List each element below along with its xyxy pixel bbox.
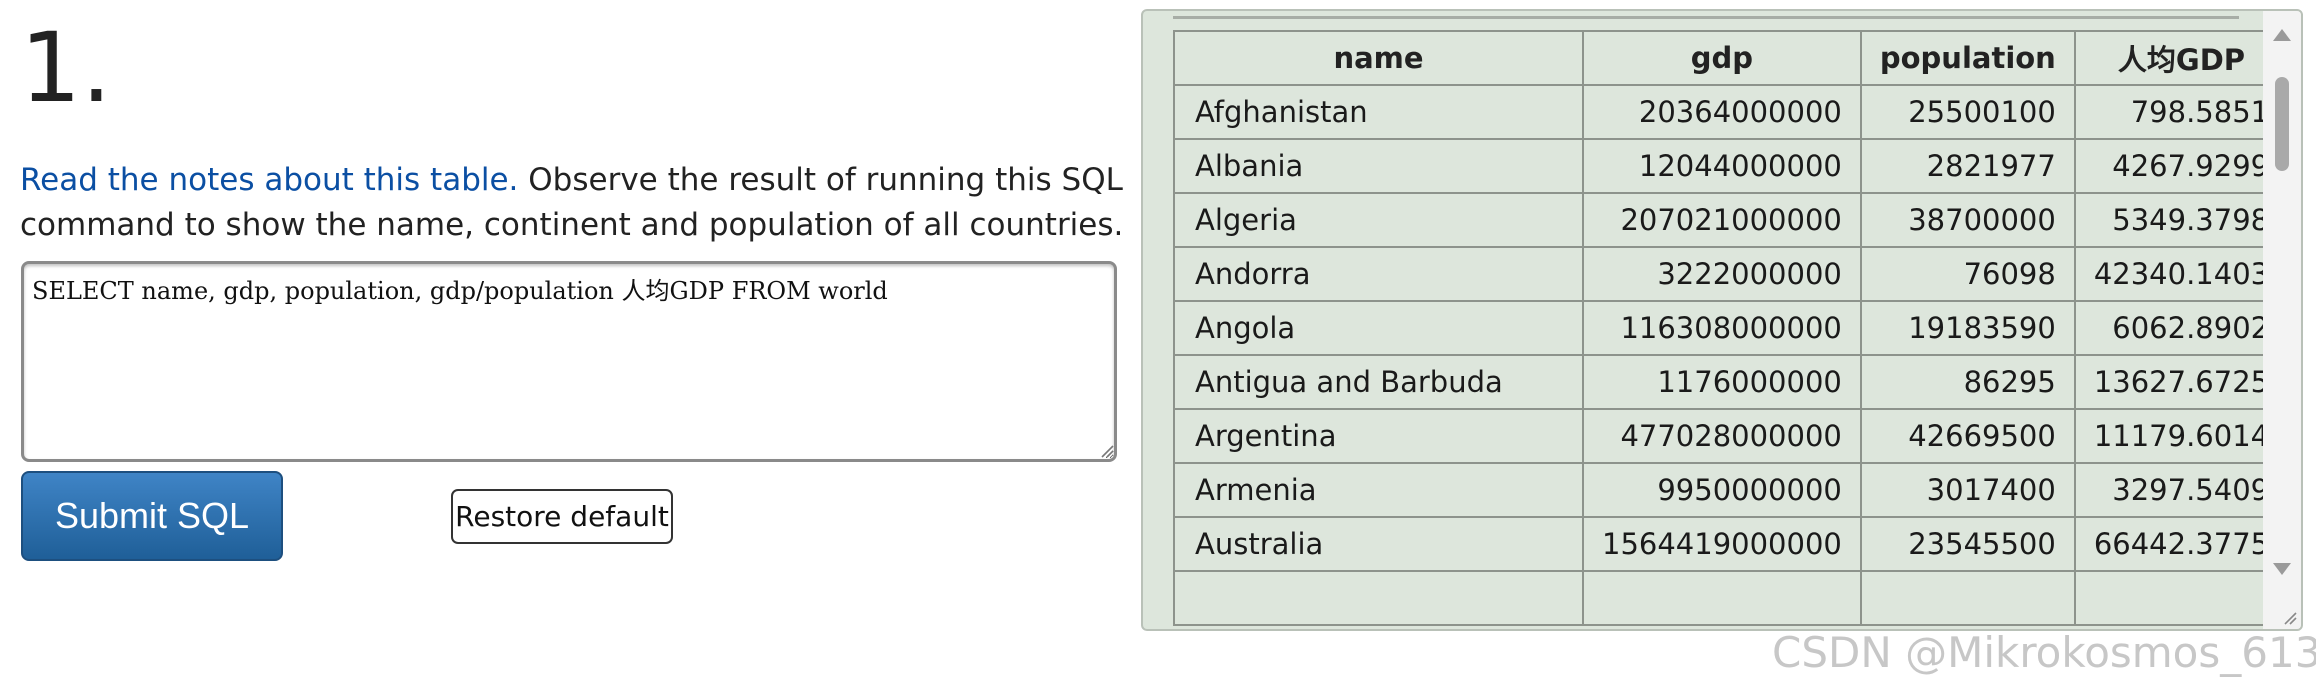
resize-handle-icon[interactable] bbox=[1098, 442, 1114, 458]
table-cell: 13627.6725 bbox=[2073, 354, 2290, 410]
restore-default-button[interactable]: Restore default bbox=[451, 489, 673, 544]
table-row: Angola 116308000000 19183590 6062.8902 bbox=[1173, 300, 2290, 356]
column-header: 人均GDP bbox=[2073, 30, 2290, 86]
table-cell: 38700000 bbox=[1859, 192, 2076, 248]
table-cell: 6062.8902 bbox=[2073, 300, 2290, 356]
table-cell: 5349.3798 bbox=[2073, 192, 2290, 248]
table-cell: Armenia bbox=[1173, 462, 1584, 518]
table-cell bbox=[1859, 570, 2076, 626]
table-row: Albania 12044000000 2821977 4267.9299 bbox=[1173, 138, 2290, 194]
table-cell: 1176000000 bbox=[1582, 354, 1862, 410]
table-row: Australia 1564419000000 23545500 66442.3775 bbox=[1173, 516, 2290, 572]
table-cell: 4267.9299 bbox=[2073, 138, 2290, 194]
sql-input[interactable] bbox=[21, 261, 1117, 462]
results-table: name gdp population 人均GDP Afghanistan 203… bbox=[1173, 30, 2290, 626]
table-notes-link[interactable]: Read the notes about this table. bbox=[20, 162, 518, 198]
table-cell: 3017400 bbox=[1859, 462, 2076, 518]
table-cell: 1564419000000 bbox=[1582, 516, 1862, 572]
question-prompt: Read the notes about this table. Observe… bbox=[20, 158, 1130, 248]
question-number: 1. bbox=[20, 12, 112, 124]
submit-sql-button[interactable]: Submit SQL bbox=[21, 471, 283, 561]
table-top-divider bbox=[1173, 16, 2239, 19]
panel-resize-handle-icon[interactable] bbox=[2281, 609, 2297, 625]
results-scrollbar[interactable] bbox=[2263, 11, 2301, 629]
table-cell: 66442.3775 bbox=[2073, 516, 2290, 572]
table-cell: 76098 bbox=[1859, 246, 2076, 302]
table-cell bbox=[1173, 570, 1584, 626]
table-cell: 20364000000 bbox=[1582, 84, 1862, 140]
table-cell bbox=[1582, 570, 1862, 626]
table-row: Andorra 3222000000 76098 42340.1403 bbox=[1173, 246, 2290, 302]
table-cell: 86295 bbox=[1859, 354, 2076, 410]
table-row: Argentina 477028000000 42669500 11179.6014 bbox=[1173, 408, 2290, 464]
table-row: Armenia 9950000000 3017400 3297.5409 bbox=[1173, 462, 2290, 518]
table-cell: Antigua and Barbuda bbox=[1173, 354, 1584, 410]
scroll-up-arrow-icon[interactable] bbox=[2273, 29, 2291, 41]
table-cell: Argentina bbox=[1173, 408, 1584, 464]
column-header: gdp bbox=[1582, 30, 1862, 86]
table-cell: Albania bbox=[1173, 138, 1584, 194]
table-row: Algeria 207021000000 38700000 5349.3798 bbox=[1173, 192, 2290, 248]
table-row: Antigua and Barbuda 1176000000 86295 13627.… bbox=[1173, 354, 2290, 410]
table-cell: Algeria bbox=[1173, 192, 1584, 248]
table-cell: 116308000000 bbox=[1582, 300, 1862, 356]
table-cell: 3297.5409 bbox=[2073, 462, 2290, 518]
table-cell: Afghanistan bbox=[1173, 84, 1584, 140]
table-cell: Angola bbox=[1173, 300, 1584, 356]
table-cell: 798.5851 bbox=[2073, 84, 2290, 140]
table-cell: 207021000000 bbox=[1582, 192, 1862, 248]
table-cell: 11179.6014 bbox=[2073, 408, 2290, 464]
table-cell: 25500100 bbox=[1859, 84, 2076, 140]
table-row: Afghanistan 20364000000 25500100 798.5851 bbox=[1173, 84, 2290, 140]
table-cell: Australia bbox=[1173, 516, 1584, 572]
table-row bbox=[1173, 570, 2290, 626]
scroll-down-arrow-icon[interactable] bbox=[2273, 563, 2291, 575]
results-panel: name gdp population 人均GDP Afghanistan 203… bbox=[1141, 9, 2303, 631]
table-cell: 3222000000 bbox=[1582, 246, 1862, 302]
table-header-row: name gdp population 人均GDP bbox=[1173, 30, 2290, 86]
table-cell: 19183590 bbox=[1859, 300, 2076, 356]
scroll-thumb[interactable] bbox=[2275, 77, 2289, 171]
table-cell: 42669500 bbox=[1859, 408, 2076, 464]
table-cell: 477028000000 bbox=[1582, 408, 1862, 464]
table-cell bbox=[2073, 570, 2290, 626]
table-cell: 2821977 bbox=[1859, 138, 2076, 194]
watermark: CSDN @Mikrokosmos_613 bbox=[1772, 628, 2316, 677]
table-cell: 9950000000 bbox=[1582, 462, 1862, 518]
table-cell: Andorra bbox=[1173, 246, 1584, 302]
table-cell: 23545500 bbox=[1859, 516, 2076, 572]
table-cell: 12044000000 bbox=[1582, 138, 1862, 194]
column-header: population bbox=[1859, 30, 2076, 86]
column-header: name bbox=[1173, 30, 1584, 86]
table-cell: 42340.1403 bbox=[2073, 246, 2290, 302]
